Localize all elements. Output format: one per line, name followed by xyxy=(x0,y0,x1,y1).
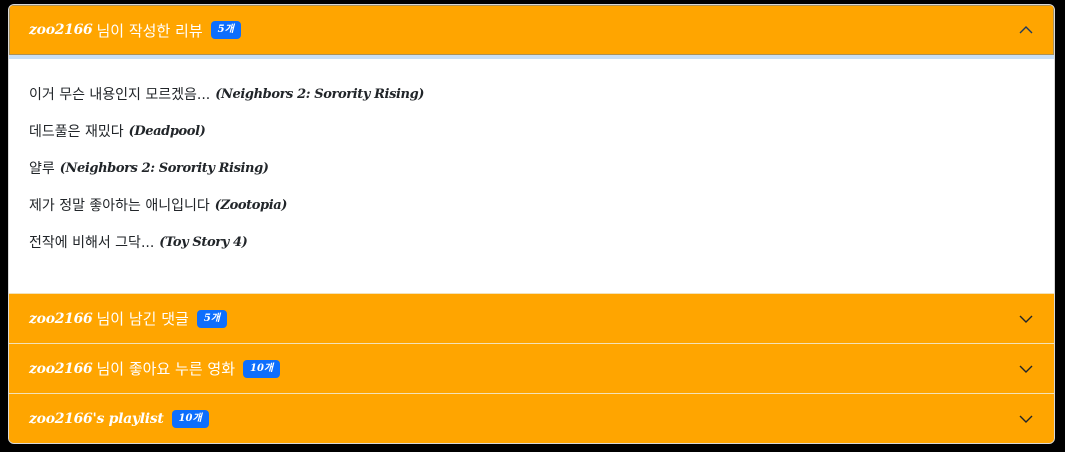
playlist-title: zoo2166's playlist xyxy=(29,410,164,427)
movie-title: (Zootopia) xyxy=(214,198,288,213)
movie-title: (Neighbors 2: Sorority Rising) xyxy=(215,87,425,102)
username: zoo2166 xyxy=(29,310,93,327)
chevron-down-icon[interactable] xyxy=(1018,411,1034,427)
chevron-down-icon[interactable] xyxy=(1018,361,1034,377)
accordion-header-comments[interactable]: zoo2166 님이 남긴 댓글 5개 xyxy=(9,293,1054,343)
review-item[interactable]: 얄루 (Neighbors 2: Sorority Rising) xyxy=(29,159,1054,196)
username: zoo2166 xyxy=(29,360,93,377)
profile-accordion: zoo2166 님이 작성한 리뷰 5개 이거 무슨 내용인지 모르겠음... … xyxy=(8,4,1055,444)
username: zoo2166 xyxy=(29,22,93,38)
review-item[interactable]: 데드풀은 재밌다 (Deadpool) xyxy=(29,122,1054,159)
accordion-item-comments: zoo2166 님이 남긴 댓글 5개 xyxy=(9,293,1054,343)
count-badge: 5개 xyxy=(210,21,241,39)
chevron-down-icon[interactable] xyxy=(1018,311,1034,327)
review-text: 제가 정말 좋아하는 애니입니다 xyxy=(29,198,210,214)
count-badge: 10개 xyxy=(171,409,209,428)
accordion-item-playlist: zoo2166's playlist 10개 xyxy=(9,393,1054,443)
section-title: 님이 작성한 리뷰 xyxy=(96,21,203,40)
review-item[interactable]: 전작에 비해서 그닥... (Toy Story 4) xyxy=(29,233,1054,270)
count-badge: 10개 xyxy=(243,359,281,378)
movie-title: (Toy Story 4) xyxy=(159,235,248,250)
accordion-header-playlist[interactable]: zoo2166's playlist 10개 xyxy=(9,393,1054,443)
accordion-header-liked-movies[interactable]: zoo2166 님이 좋아요 누른 영화 10개 xyxy=(9,343,1054,393)
movie-title: (Neighbors 2: Sorority Rising) xyxy=(59,161,269,176)
chevron-up-icon[interactable] xyxy=(1018,22,1034,38)
movie-title: (Deadpool) xyxy=(128,124,206,139)
review-text: 데드풀은 재밌다 xyxy=(29,124,124,140)
accordion-item-reviews: zoo2166 님이 작성한 리뷰 5개 이거 무슨 내용인지 모르겠음... … xyxy=(9,5,1054,293)
count-badge: 5개 xyxy=(196,309,228,328)
review-text: 이거 무슨 내용인지 모르겠음... xyxy=(29,87,211,103)
section-title: 님이 남긴 댓글 xyxy=(96,310,189,328)
section-title: 님이 좋아요 누른 영화 xyxy=(96,360,236,378)
accordion-item-liked-movies: zoo2166 님이 좋아요 누른 영화 10개 xyxy=(9,343,1054,393)
review-text: 전작에 비해서 그닥... xyxy=(29,235,155,251)
reviews-list: 이거 무슨 내용인지 모르겠음... (Neighbors 2: Sororit… xyxy=(9,59,1054,293)
review-item[interactable]: 제가 정말 좋아하는 애니입니다 (Zootopia) xyxy=(29,196,1054,233)
review-item[interactable]: 이거 무슨 내용인지 모르겠음... (Neighbors 2: Sororit… xyxy=(29,85,1054,122)
accordion-header-reviews[interactable]: zoo2166 님이 작성한 리뷰 5개 xyxy=(9,5,1054,59)
review-text: 얄루 xyxy=(29,161,55,177)
